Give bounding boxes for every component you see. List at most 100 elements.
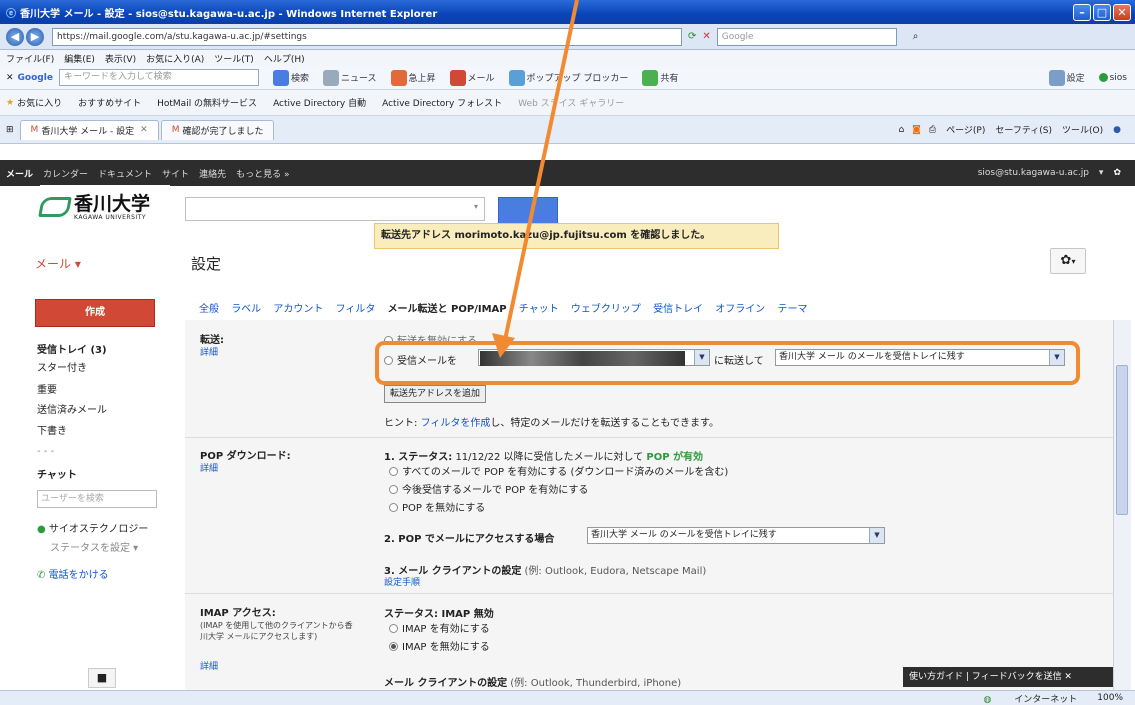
chat-search-input[interactable]: ユーザーを検索 <box>37 490 157 508</box>
forward-icon[interactable]: ▶ <box>26 27 44 46</box>
fav-item-ad-forest[interactable]: Active Directory フォレスト <box>382 96 502 109</box>
scrollbar-thumb[interactable] <box>1116 365 1128 515</box>
pop-option-all[interactable]: すべてのメールで POP を有効にする (ダウンロード済みのメールを含む) <box>389 463 728 478</box>
browser-search-input[interactable]: Google <box>716 27 897 46</box>
tab-webclips[interactable]: ウェブクリップ <box>571 304 641 315</box>
minimize-button[interactable]: – <box>1073 3 1091 21</box>
toolbar-popup-blocker[interactable]: ポップアップ ブロッカー <box>508 69 628 86</box>
mail-search-button[interactable]: 検索 <box>498 197 558 225</box>
tab-close-icon[interactable]: ✕ <box>140 125 148 135</box>
fav-item-webslice[interactable]: Web スライス ギャラリー <box>518 96 624 109</box>
mail-dropdown[interactable]: メール ▾ <box>35 255 81 272</box>
pop-detail-link[interactable]: 詳細 <box>200 461 218 474</box>
create-filter-link[interactable]: フィルタを作成 <box>421 418 491 429</box>
sidebar-item-starred[interactable]: スター付き <box>37 359 87 374</box>
tab-general[interactable]: 全般 <box>199 304 219 315</box>
radio-pop-all[interactable] <box>389 467 398 476</box>
gbar-user-menu-icon[interactable]: ▾ <box>1099 168 1104 178</box>
toolbar-user[interactable]: sios <box>1098 73 1127 83</box>
radio-pop-disable[interactable] <box>389 503 398 512</box>
forwarding-detail-link[interactable]: 詳細 <box>200 345 218 358</box>
home-icon[interactable]: ⌂ <box>898 125 904 135</box>
url-field[interactable]: https://mail.google.com/a/stu.kagawa-u.a… <box>52 27 682 46</box>
kagawa-logo[interactable]: 香川大学 KAGAWA UNIVERSITY <box>38 185 170 229</box>
stop-icon[interactable]: ✕ <box>702 31 710 42</box>
sidebar-item-important[interactable]: 重要 <box>37 381 57 396</box>
gbar-mail[interactable]: メール <box>6 167 33 180</box>
pop-option-disable[interactable]: POP を無効にする <box>389 499 485 514</box>
menu-favorites[interactable]: お気に入り(A) <box>146 52 204 65</box>
tab-forwarding-pop-imap[interactable]: メール転送と POP/IMAP <box>388 304 507 315</box>
set-status-dropdown[interactable]: ステータスを設定 ▾ <box>50 539 138 554</box>
add-forward-address-button[interactable]: 転送先アドレスを追加 <box>384 385 487 403</box>
sidebar-item-drafts[interactable]: 下書き <box>37 422 67 437</box>
call-phone-link[interactable]: ✆ 電話をかける <box>37 566 109 581</box>
tab-confirmed[interactable]: M 確認が完了しました <box>160 119 275 140</box>
tab-settings[interactable]: M 香川大学 メール - 設定 ✕ <box>19 119 159 140</box>
tab-inbox[interactable]: 受信トレイ <box>653 304 703 315</box>
toolbar-close-icon[interactable]: ✕ <box>6 73 14 83</box>
gbar-contacts[interactable]: 連絡先 <box>199 167 226 180</box>
radio-pop-new[interactable] <box>389 485 398 494</box>
toolbar-mail-button[interactable]: メール <box>449 69 495 86</box>
tab-themes[interactable]: テーマ <box>777 304 807 315</box>
cmd-safety[interactable]: セーフティ(S) <box>995 123 1052 136</box>
print-icon[interactable]: ⎙ <box>929 125 936 135</box>
gbar-more[interactable]: もっと見る » <box>236 167 289 180</box>
tab-accounts[interactable]: アカウント <box>273 304 323 315</box>
settings-gear-button[interactable]: ✿▾ <box>1050 248 1086 274</box>
pop-setup-link[interactable]: 設定手順 <box>384 575 420 588</box>
gbar-sites[interactable]: サイト <box>162 167 189 180</box>
imap-option-disable[interactable]: IMAP を無効にする <box>389 638 490 653</box>
imap-option-enable[interactable]: IMAP を有効にする <box>389 620 490 635</box>
cmd-tools[interactable]: ツール(O) <box>1062 123 1103 136</box>
pop-option-new[interactable]: 今後受信するメールで POP を有効にする <box>389 481 588 496</box>
tab-chat[interactable]: チャット <box>519 304 559 315</box>
help-icon[interactable]: ● <box>1113 125 1121 135</box>
menu-file[interactable]: ファイル(F) <box>6 52 54 65</box>
fav-item-hotmail[interactable]: HotMail の無料サービス <box>157 96 257 109</box>
radio-imap-disable[interactable] <box>389 642 398 651</box>
toolbar-trending-button[interactable]: 急上昇 <box>390 69 436 86</box>
fav-item-recommended[interactable]: おすすめサイト <box>78 96 141 109</box>
gbar-gear-icon[interactable]: ✿ <box>1113 168 1121 178</box>
search-icon[interactable]: ⌕ <box>913 31 919 42</box>
menu-edit[interactable]: 編集(E) <box>64 52 95 65</box>
favorites-button[interactable]: ★ お気に入り <box>6 96 62 110</box>
pop-action-select[interactable]: 香川大学 メール のメールを受信トレイに残す ▼ <box>587 527 885 544</box>
imap-detail-link[interactable]: 詳細 <box>200 659 218 672</box>
back-icon[interactable]: ◀ <box>6 27 24 46</box>
sidebar-item-sent[interactable]: 送信済みメール <box>37 401 107 416</box>
quick-tabs-icon[interactable]: ⊞ <box>6 125 14 135</box>
close-button[interactable]: ✕ <box>1113 3 1131 21</box>
tab-labels[interactable]: ラベル <box>231 304 261 315</box>
gbar-calendar[interactable]: カレンダー <box>43 167 88 180</box>
mail-search-input[interactable]: ▾ <box>185 197 485 221</box>
sidebar-more[interactable]: - - - <box>37 446 54 457</box>
sidebar-item-inbox[interactable]: 受信トレイ (3) <box>37 341 107 356</box>
chat-contact[interactable]: ● サイオステクノロジー <box>37 520 148 535</box>
fav-item-ad-auto[interactable]: Active Directory 自動 <box>273 96 366 109</box>
maximize-button[interactable]: □ <box>1093 3 1111 21</box>
feeds-icon[interactable]: ◙ <box>912 125 921 135</box>
cmd-page[interactable]: ページ(P) <box>946 123 985 136</box>
gbar-docs[interactable]: ドキュメント <box>98 167 152 180</box>
menu-tools[interactable]: ツール(T) <box>214 52 254 65</box>
radio-imap-enable[interactable] <box>389 624 398 633</box>
tab-filters[interactable]: フィルタ <box>336 304 376 315</box>
compose-button[interactable]: 作成 <box>35 299 155 327</box>
toolbar-news-button[interactable]: ニュース <box>322 69 377 86</box>
menu-view[interactable]: 表示(V) <box>105 52 136 65</box>
tab-offline[interactable]: オフライン <box>715 304 765 315</box>
search-dropdown-icon[interactable]: ▾ <box>474 202 478 211</box>
toolbar-search-input[interactable]: キーワードを入力して検索 <box>58 69 259 86</box>
zoom-level[interactable]: 100% <box>1097 693 1123 703</box>
menu-help[interactable]: ヘルプ(H) <box>264 52 305 65</box>
gbar-user[interactable]: sios@stu.kagawa-u.ac.jp <box>978 168 1089 178</box>
refresh-icon[interactable]: ⟳ <box>688 31 696 42</box>
feedback-bar[interactable]: 使い方ガイド | フィードバックを送信 ✕ <box>903 667 1113 687</box>
toolbar-share-button[interactable]: 共有 <box>642 69 678 86</box>
chat-bubble-button[interactable]: ■ <box>88 668 116 688</box>
toolbar-search-button[interactable]: 検索 <box>272 69 309 86</box>
toolbar-settings-button[interactable]: 設定 <box>1048 69 1085 86</box>
